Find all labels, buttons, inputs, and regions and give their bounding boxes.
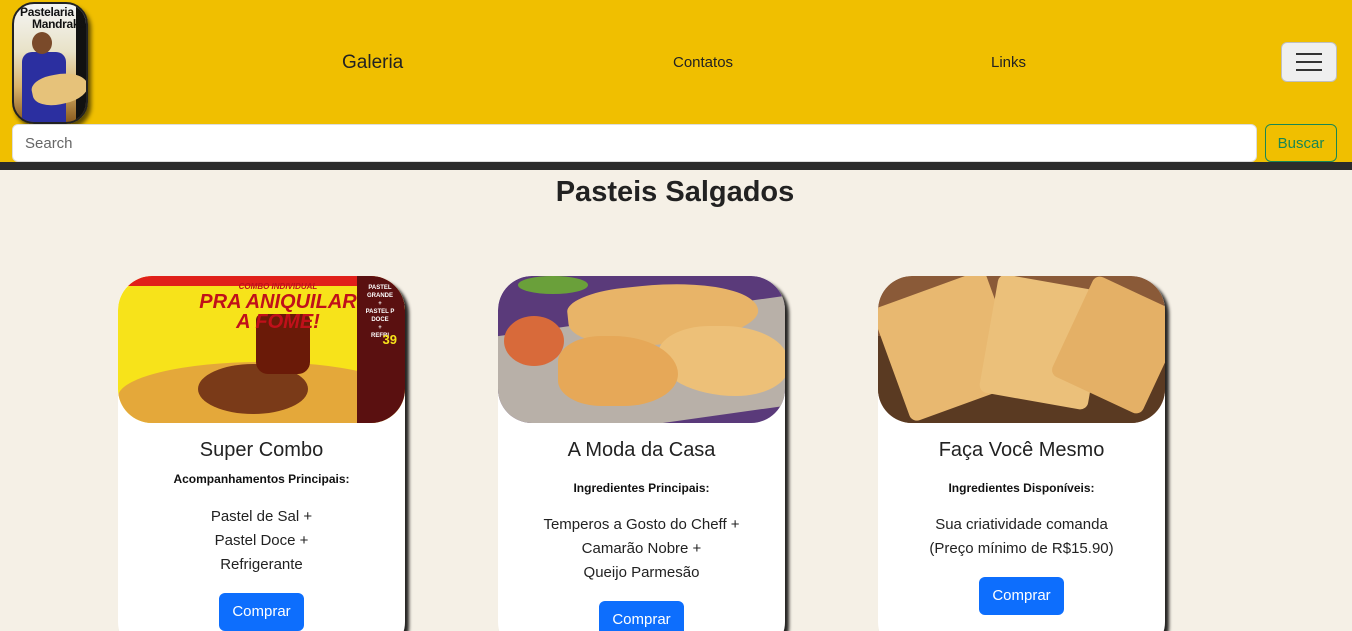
promo-line2: A FOME! [236, 311, 320, 333]
header-divider [0, 162, 1352, 170]
search-input[interactable] [12, 124, 1257, 162]
description-line: Temperos a Gosto do Cheff + [543, 516, 740, 533]
site-header: Pastelaria Mandrake Galeria Contatos Lin… [0, 0, 1352, 162]
buy-button[interactable]: Comprar [219, 593, 304, 631]
product-image-super-combo: COMBO INDIVIDUAL PRA ANIQUILAR A FOME! P… [118, 276, 405, 423]
description-line: Pastel de Sal + [210, 508, 313, 525]
description-line: Refrigerante [220, 556, 303, 573]
product-subtitle: Ingredientes Disponíveis: [948, 481, 1095, 495]
buy-button[interactable]: Comprar [979, 577, 1064, 615]
product-card-moda-da-casa: A Moda da Casa Ingredientes Principais: … [498, 276, 785, 631]
nav-link-links[interactable]: Links [991, 54, 1026, 71]
product-card-faca-voce-mesmo: Faça Você Mesmo Ingredientes Disponíveis… [878, 276, 1165, 631]
product-image-moda-da-casa [498, 276, 785, 423]
product-description: Temperos a Gosto do Cheff + Camarão Nobr… [498, 513, 785, 585]
product-subtitle: Ingredientes Principais: [573, 481, 710, 495]
product-title: Super Combo [199, 439, 324, 461]
promo-text: COMBO INDIVIDUAL PRA ANIQUILAR A FOME! [178, 282, 378, 332]
description-line: (Preço mínimo de R$15.90) [929, 540, 1114, 557]
description-line: Queijo Parmesão [583, 564, 700, 581]
product-title: A Moda da Casa [567, 439, 716, 461]
menu-toggle-button[interactable] [1281, 42, 1337, 82]
product-title: Faça Você Mesmo [938, 439, 1105, 461]
page-title: Pasteis Salgados [555, 176, 795, 208]
nav-link-galeria[interactable]: Galeria [342, 52, 403, 74]
product-description: Pastel de Sal + Pastel Doce + Refrigeran… [118, 505, 405, 577]
product-description: Sua criatividade comanda (Preço mínimo d… [878, 513, 1165, 561]
description-line: Camarão Nobre + [581, 540, 702, 557]
promo-price: 39 [382, 332, 397, 347]
promo-line1: PRA ANIQUILAR [199, 291, 357, 313]
logo-text: Pastelaria Mandrake [20, 6, 86, 30]
logo-text-line2: Mandrake [32, 17, 86, 31]
product-image-faca-voce-mesmo [878, 276, 1165, 423]
description-line: Pastel Doce + [214, 532, 309, 549]
search-button[interactable]: Buscar [1265, 124, 1337, 162]
product-subtitle: Acompanhamentos Principais: [173, 472, 350, 486]
logo[interactable]: Pastelaria Mandrake [12, 2, 88, 124]
nav-link-contatos[interactable]: Contatos [673, 54, 733, 71]
hamburger-icon [1296, 53, 1322, 55]
product-card-super-combo: COMBO INDIVIDUAL PRA ANIQUILAR A FOME! P… [118, 276, 405, 631]
description-line: Sua criatividade comanda [935, 516, 1108, 533]
buy-button[interactable]: Comprar [599, 601, 684, 631]
